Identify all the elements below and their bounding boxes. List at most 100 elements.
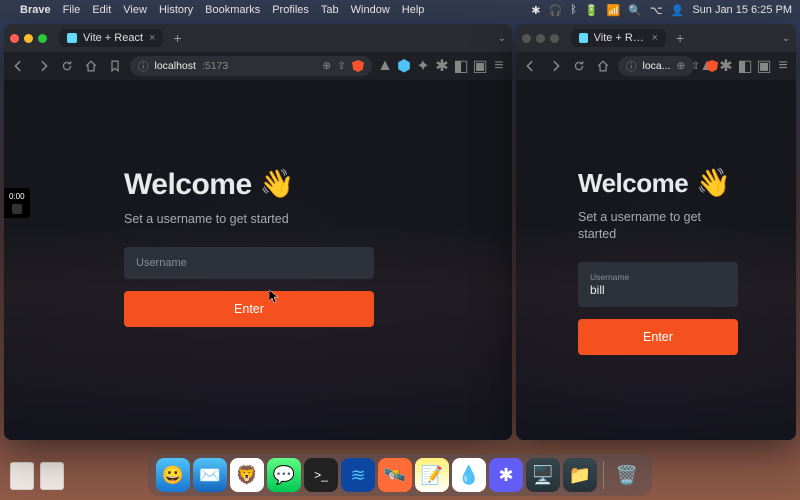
username-input[interactable]: Username bill	[578, 262, 738, 307]
zoom-window-icon[interactable]	[550, 34, 559, 43]
window-controls	[522, 34, 559, 43]
zoom-window-icon[interactable]	[38, 34, 47, 43]
back-button[interactable]	[522, 57, 540, 75]
finder-app-icon[interactable]: 😀	[156, 458, 190, 492]
minimize-window-icon[interactable]	[24, 34, 33, 43]
close-window-icon[interactable]	[522, 34, 531, 43]
page-content: 0:00 Welcome 👋 Set a username to get sta…	[4, 80, 512, 440]
dock-separator	[603, 461, 604, 489]
bookmark-button[interactable]	[106, 57, 124, 75]
extension-icon[interactable]: ✦	[416, 59, 430, 73]
spotlight-icon[interactable]: 🔍	[628, 4, 642, 17]
wallet-icon[interactable]: ▣	[473, 59, 487, 73]
menu-history[interactable]: History	[159, 4, 193, 16]
extensions-menu-icon[interactable]: ✱	[435, 59, 449, 73]
site-info-icon[interactable]: ⓘ	[138, 59, 149, 74]
sidebar-icon[interactable]: ◧	[454, 59, 468, 73]
menu-view[interactable]: View	[123, 4, 147, 16]
menu-profiles[interactable]: Profiles	[272, 4, 309, 16]
screen-recorder-widget[interactable]: 0:00	[4, 188, 30, 218]
tab-bar: Vite + React × + ⌄	[516, 24, 796, 52]
back-button[interactable]	[10, 57, 28, 75]
menu-window[interactable]: Window	[351, 4, 390, 16]
new-tab-button[interactable]: +	[672, 30, 688, 46]
close-tab-icon[interactable]: ×	[149, 32, 155, 44]
home-button[interactable]	[82, 57, 100, 75]
tab-title: Vite + React	[83, 32, 143, 44]
postman-app-icon[interactable]: 🛰️	[378, 458, 412, 492]
desktop-file[interactable]	[40, 462, 64, 490]
reload-button[interactable]	[570, 57, 588, 75]
close-tab-icon[interactable]: ×	[652, 32, 658, 44]
welcome-card: Welcome 👋 Set a username to get started …	[124, 168, 374, 327]
headphones-icon[interactable]: 🎧	[549, 4, 563, 17]
app-menu-icon[interactable]: ≡	[776, 59, 790, 73]
app-menu-icon[interactable]: ≡	[492, 59, 506, 73]
brave-shield-icon[interactable]	[352, 60, 364, 72]
user-icon[interactable]: 👤	[671, 4, 685, 17]
site-info-icon[interactable]: ⓘ	[626, 59, 637, 74]
address-bar[interactable]: ⓘ localhost:5173 ⊕ ⇪	[130, 56, 372, 76]
macos-dock: 😀 ✉️ 🦁 💬 >_ ≋ 🛰️ 📝 💧 ✱ 🖥️ 📁 🗑️	[148, 454, 652, 496]
wifi-icon[interactable]: 📶	[607, 4, 621, 17]
brave-app-icon[interactable]: 🦁	[230, 458, 264, 492]
battery-icon[interactable]: 🔋	[585, 4, 599, 17]
wallet-icon[interactable]: ▣	[757, 59, 771, 73]
wave-emoji-icon: 👋	[696, 168, 730, 199]
vscode-app-icon[interactable]: ≋	[341, 458, 375, 492]
macos-menubar: Brave File Edit View History Bookmarks P…	[0, 0, 800, 20]
app-icon[interactable]: 🖥️	[526, 458, 560, 492]
browser-tab[interactable]: Vite + React ×	[59, 29, 163, 47]
page-content: Welcome 👋 Set a username to get started …	[516, 80, 796, 440]
close-window-icon[interactable]	[10, 34, 19, 43]
loom-status-icon[interactable]: ✱	[531, 4, 540, 17]
tab-title: Vite + React	[594, 32, 646, 44]
tab-overflow-icon[interactable]: ⌄	[782, 33, 790, 44]
messages-app-icon[interactable]: 💬	[267, 458, 301, 492]
terminal-app-icon[interactable]: >_	[304, 458, 338, 492]
url-path: :5173	[202, 60, 228, 72]
menu-bookmarks[interactable]: Bookmarks	[205, 4, 260, 16]
extensions-menu-icon[interactable]: ✱	[719, 59, 733, 73]
notes-app-icon[interactable]: 📝	[415, 458, 449, 492]
share-icon[interactable]: ⇪	[337, 60, 346, 72]
sidebar-icon[interactable]: ◧	[738, 59, 752, 73]
input-label: Username	[590, 272, 726, 282]
mail-app-icon[interactable]: ✉️	[193, 458, 227, 492]
tab-overflow-icon[interactable]: ⌄	[498, 33, 506, 44]
page-title: Welcome 👋	[578, 168, 738, 199]
rewards-icon[interactable]: ▲	[378, 59, 392, 73]
menu-help[interactable]: Help	[402, 4, 425, 16]
menu-edit[interactable]: Edit	[92, 4, 111, 16]
home-button[interactable]	[594, 57, 612, 75]
address-bar[interactable]: ⓘ loca... ⊕ ⇪	[618, 56, 694, 76]
desktop-file[interactable]	[10, 462, 34, 490]
loom-app-icon[interactable]: ✱	[489, 458, 523, 492]
app-icon[interactable]: 📁	[563, 458, 597, 492]
new-tab-button[interactable]: +	[169, 30, 185, 46]
enter-button[interactable]: Enter	[124, 291, 374, 327]
username-input[interactable]: Username	[124, 247, 374, 279]
browser-tab[interactable]: Vite + React ×	[571, 29, 666, 47]
menu-tab[interactable]: Tab	[321, 4, 339, 16]
app-menu[interactable]: Brave	[20, 4, 51, 16]
reload-button[interactable]	[58, 57, 76, 75]
extension-icon[interactable]: ⬢	[397, 59, 411, 73]
control-center-icon[interactable]: ⌥	[650, 4, 663, 17]
browser-toolbar: ⓘ localhost:5173 ⊕ ⇪ ▲ ⬢ ✦ ✱ ◧ ▣ ≡	[4, 52, 512, 80]
menu-file[interactable]: File	[63, 4, 81, 16]
forward-button[interactable]	[546, 57, 564, 75]
bluetooth-icon[interactable]: ᛒ	[570, 4, 577, 16]
page-subtitle: Set a username to get started	[578, 209, 738, 244]
forward-button[interactable]	[34, 57, 52, 75]
enter-button[interactable]: Enter	[578, 319, 738, 355]
recorder-stop-icon[interactable]	[12, 204, 22, 214]
zoom-icon[interactable]: ⊕	[322, 60, 331, 72]
color-picker-app-icon[interactable]: 💧	[452, 458, 486, 492]
menubar-clock[interactable]: Sun Jan 15 6:25 PM	[692, 4, 792, 16]
trash-icon[interactable]: 🗑️	[610, 458, 644, 492]
browser-window-left: Vite + React × + ⌄ ⓘ localhost:5173 ⊕ ⇪ …	[4, 24, 512, 440]
page-title: Welcome 👋	[124, 168, 374, 201]
zoom-icon[interactable]: ⊕	[677, 60, 686, 72]
minimize-window-icon[interactable]	[536, 34, 545, 43]
